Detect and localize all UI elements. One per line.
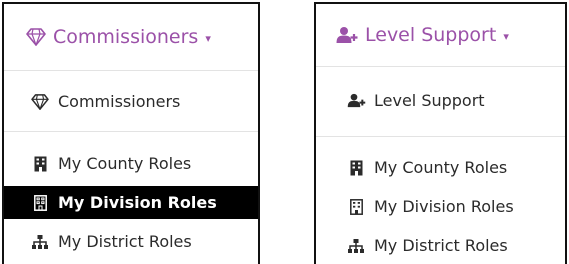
level-support-dropdown-toggle[interactable]: Level Support ▾ [316, 4, 565, 66]
building-outline-icon [346, 198, 366, 215]
chevron-down-icon: ▾ [503, 29, 509, 43]
menu-item-label: Commissioners [58, 92, 181, 111]
commissioners-dropdown: Commissioners ▾ Commissioners My County … [2, 2, 260, 264]
divider [316, 136, 565, 137]
chevron-down-icon: ▾ [205, 31, 211, 45]
building-icon [30, 156, 50, 172]
menu-item-label: Level Support [374, 91, 485, 110]
menu-item-my-county-roles[interactable]: My County Roles [4, 147, 258, 180]
menu-item-my-division-roles[interactable]: My Division Roles [316, 190, 565, 223]
divider [316, 66, 565, 67]
commissioners-dropdown-toggle[interactable]: Commissioners ▾ [4, 4, 258, 70]
menu-item-my-district-roles[interactable]: My District Roles [316, 229, 565, 262]
diamond-icon [30, 93, 50, 110]
menu-item-level-support[interactable]: Level Support [316, 84, 565, 117]
menu-item-my-division-roles[interactable]: My Division Roles [4, 186, 258, 219]
sitemap-icon [346, 238, 366, 253]
menu-item-my-county-roles[interactable]: My County Roles [316, 151, 565, 184]
menu-item-label: My Division Roles [374, 197, 514, 216]
menu-item-commissioners[interactable]: Commissioners [4, 85, 258, 118]
divider [4, 131, 258, 132]
user-plus-icon [336, 26, 358, 44]
menu-item-my-district-roles[interactable]: My District Roles [4, 225, 258, 258]
diamond-icon [26, 28, 46, 46]
menu-item-label: My County Roles [374, 158, 508, 177]
level-support-dropdown-label: Level Support [365, 24, 497, 46]
sitemap-icon [30, 234, 50, 249]
level-support-dropdown: Level Support ▾ Level Support My County … [314, 2, 567, 264]
user-plus-icon [346, 93, 366, 108]
menu-item-label: My County Roles [58, 154, 192, 173]
building-icon [30, 194, 50, 211]
menu-item-label: My District Roles [58, 232, 192, 251]
commissioners-dropdown-label: Commissioners [53, 26, 199, 48]
menu-item-label: My District Roles [374, 236, 508, 255]
divider [4, 70, 258, 71]
building-icon [346, 160, 366, 176]
menu-item-label: My Division Roles [58, 193, 217, 212]
